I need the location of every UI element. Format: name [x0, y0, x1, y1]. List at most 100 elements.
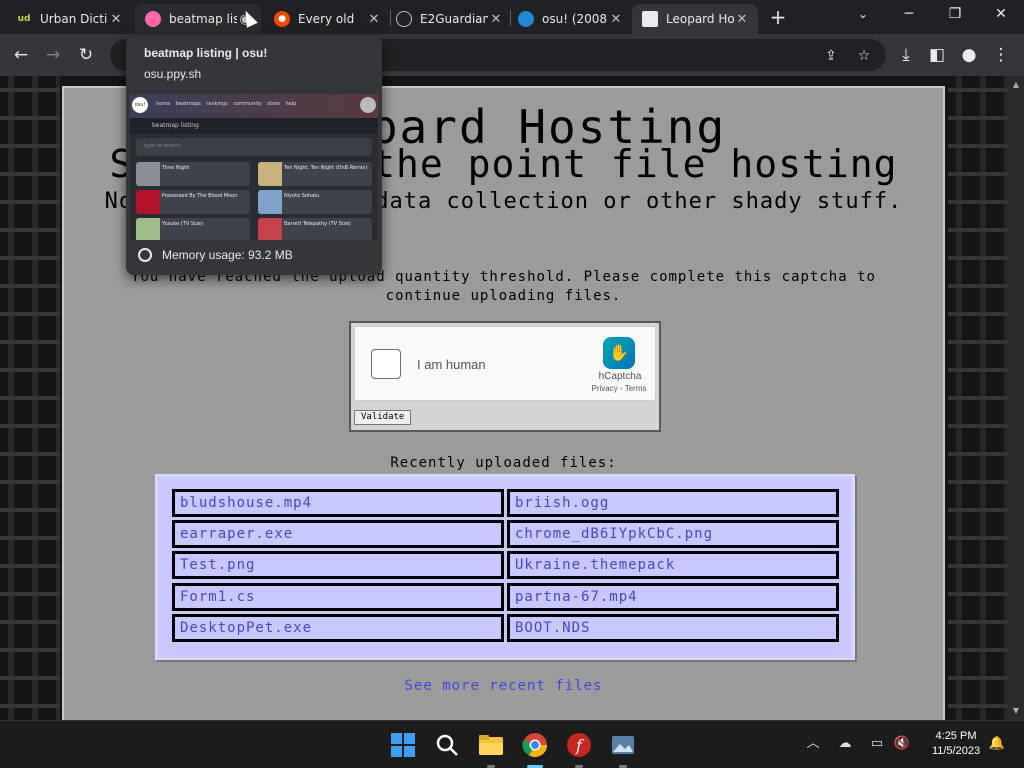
scroll-up-arrow-icon[interactable]: ▲: [1008, 80, 1024, 89]
close-icon[interactable]: ✕: [366, 12, 382, 27]
download-icon[interactable]: ⤓: [893, 42, 919, 68]
tab-reddit[interactable]: ● Every old ✕: [264, 4, 390, 34]
scroll-down-arrow-icon[interactable]: ▼: [1008, 706, 1024, 715]
preview-beatmap-card: Barrett Telepathy (TV Size): [258, 218, 372, 240]
see-more-files-link[interactable]: See more recent files: [64, 678, 943, 694]
close-icon[interactable]: ✕: [608, 12, 624, 27]
video-favicon-icon: [518, 11, 534, 27]
validate-button[interactable]: Validate: [354, 410, 412, 425]
back-button[interactable]: ←: [8, 42, 34, 68]
search-icon[interactable]: [433, 731, 461, 759]
tab-osu-2008[interactable]: osu! (2008 ✕: [508, 4, 632, 34]
beatmap-title: Niyoto Sohatu: [284, 193, 320, 199]
tab-title: Urban Dictionary: [40, 12, 108, 26]
close-icon[interactable]: ✕: [488, 12, 504, 27]
beatmap-thumbnail: [258, 218, 282, 240]
background-pattern: [0, 76, 60, 720]
globe-icon: [396, 11, 412, 27]
bookmark-star-icon[interactable]: ☆: [855, 47, 873, 65]
beatmap-title: Barrett Telepathy (TV Size): [284, 221, 351, 227]
share-icon[interactable]: ⇪: [822, 47, 840, 65]
preview-navbar: osu! home beatmaps rankings community st…: [130, 94, 378, 118]
avatar: [360, 97, 376, 113]
tab-search-chevron-down-icon[interactable]: ⌄: [840, 0, 886, 30]
preview-beatmap-card: Time Night: [136, 162, 250, 186]
reload-button[interactable]: ↻: [73, 42, 99, 68]
windows-taskbar: f ︿ ☁ ▭ 🔇 4:25 PM 11/5/2023 🔔: [0, 720, 1024, 768]
recent-files-panel: bludshouse.mp4 briish.ogg earraper.exe c…: [155, 474, 855, 660]
menu-kebab-icon[interactable]: ⋮: [988, 42, 1014, 68]
tab-e2guardian[interactable]: E2Guardian ✕: [386, 4, 512, 34]
file-link[interactable]: briish.ogg: [507, 489, 839, 517]
hcaptcha-brand: hCaptcha: [598, 371, 642, 382]
file-link[interactable]: Ukraine.themepack: [507, 551, 839, 579]
tab-title: beatmap listing | osu!: [169, 12, 237, 26]
flash-player-icon[interactable]: f: [565, 731, 593, 759]
captcha-form: I am human ✋ hCaptcha Privacy - Terms Va…: [349, 321, 661, 432]
tab-title: Every old: [298, 12, 355, 26]
file-link[interactable]: partna-67.mp4: [507, 583, 839, 611]
file-link[interactable]: Test.png: [172, 551, 504, 579]
captcha-label: I am human: [417, 357, 486, 372]
volume-muted-icon[interactable]: 🔇: [893, 735, 911, 753]
hcaptcha-privacy-terms-link[interactable]: Privacy - Terms: [589, 384, 649, 393]
preview-header: beatmap listing: [130, 118, 378, 134]
system-clock[interactable]: 4:25 PM 11/5/2023: [916, 729, 996, 759]
beatmap-thumbnail: [136, 190, 160, 214]
file-explorer-icon[interactable]: [477, 731, 505, 759]
show-hidden-icons-chevron-up-icon[interactable]: ︿: [804, 735, 822, 753]
onedrive-cloud-icon[interactable]: ☁: [836, 735, 854, 753]
beatmap-title: Ten Night, Ten Night (DnB Remix): [284, 165, 368, 171]
file-link[interactable]: Form1.cs: [172, 583, 504, 611]
windows-start-icon[interactable]: [389, 731, 417, 759]
memory-gauge-icon: [138, 248, 152, 262]
file-link[interactable]: earraper.exe: [172, 520, 504, 548]
hover-card-memory: Memory usage: 93.2 MB: [138, 248, 293, 262]
file-link[interactable]: bludshouse.mp4: [172, 489, 504, 517]
recent-files-title: Recently uploaded files:: [390, 455, 617, 471]
notification-bell-icon[interactable]: 🔔: [988, 735, 1006, 753]
beatmap-thumbnail: [258, 162, 282, 186]
beatmap-thumbnail: [136, 218, 160, 240]
hcaptcha-widget: I am human ✋ hCaptcha Privacy - Terms: [354, 326, 656, 401]
urban-dictionary-favicon-icon: ud: [17, 14, 31, 24]
preview-search-placeholder: type to search: [144, 143, 180, 149]
close-icon[interactable]: ✕: [108, 12, 124, 27]
file-link[interactable]: BOOT.NDS: [507, 614, 839, 642]
file-link[interactable]: chrome_dB6IYpkCbC.png: [507, 520, 839, 548]
preview-beatmap-card: Possessed By The Blood Moon: [136, 190, 250, 214]
page-scrollbar[interactable]: ▲ ▼: [1008, 76, 1024, 720]
forward-button[interactable]: →: [40, 42, 66, 68]
clock-date: 11/5/2023: [931, 745, 981, 757]
new-tab-button[interactable]: +: [766, 6, 790, 30]
close-icon[interactable]: ✕: [734, 12, 750, 27]
minimize-button[interactable]: ─: [886, 0, 932, 30]
captcha-checkbox[interactable]: [371, 349, 401, 379]
osu-logo-icon: osu!: [132, 97, 148, 113]
chrome-icon[interactable]: [521, 731, 549, 759]
hcaptcha-logo-icon: ✋: [603, 337, 635, 369]
background-pattern: [948, 76, 1008, 720]
osu-favicon-icon: [145, 11, 161, 27]
reddit-favicon-icon: ●: [274, 11, 290, 27]
display-icon[interactable]: ▭: [868, 735, 886, 753]
beatmap-thumbnail: [258, 190, 282, 214]
tab-title: E2Guardian: [420, 12, 488, 26]
hover-card-domain: osu.ppy.sh: [144, 67, 202, 81]
tab-urban-dictionary[interactable]: ud Urban Dictionary ✕: [6, 4, 132, 34]
hover-card-preview: osu! home beatmaps rankings community st…: [130, 94, 378, 240]
maximize-button[interactable]: ❐: [932, 0, 978, 30]
tab-leopard-hosting[interactable]: Leopard Hosting ✕: [632, 4, 758, 34]
close-window-button[interactable]: ✕: [978, 0, 1024, 30]
profile-icon[interactable]: ●: [956, 42, 982, 68]
file-link[interactable]: DesktopPet.exe: [172, 614, 504, 642]
preview-beatmap-card: Ten Night, Ten Night (DnB Remix): [258, 162, 372, 186]
side-panel-icon[interactable]: ◧: [924, 42, 950, 68]
beatmap-title: Yusuke (TV Size): [162, 221, 204, 227]
beatmap-thumbnail: [136, 162, 160, 186]
preview-nav-links: home beatmaps rankings community store h…: [156, 101, 297, 107]
photos-app-icon[interactable]: [609, 731, 637, 759]
clock-time: 4:25 PM: [935, 730, 977, 742]
preview-beatmap-card: Niyoto Sohatu: [258, 190, 372, 214]
hover-card-title: beatmap listing | osu!: [144, 46, 268, 60]
